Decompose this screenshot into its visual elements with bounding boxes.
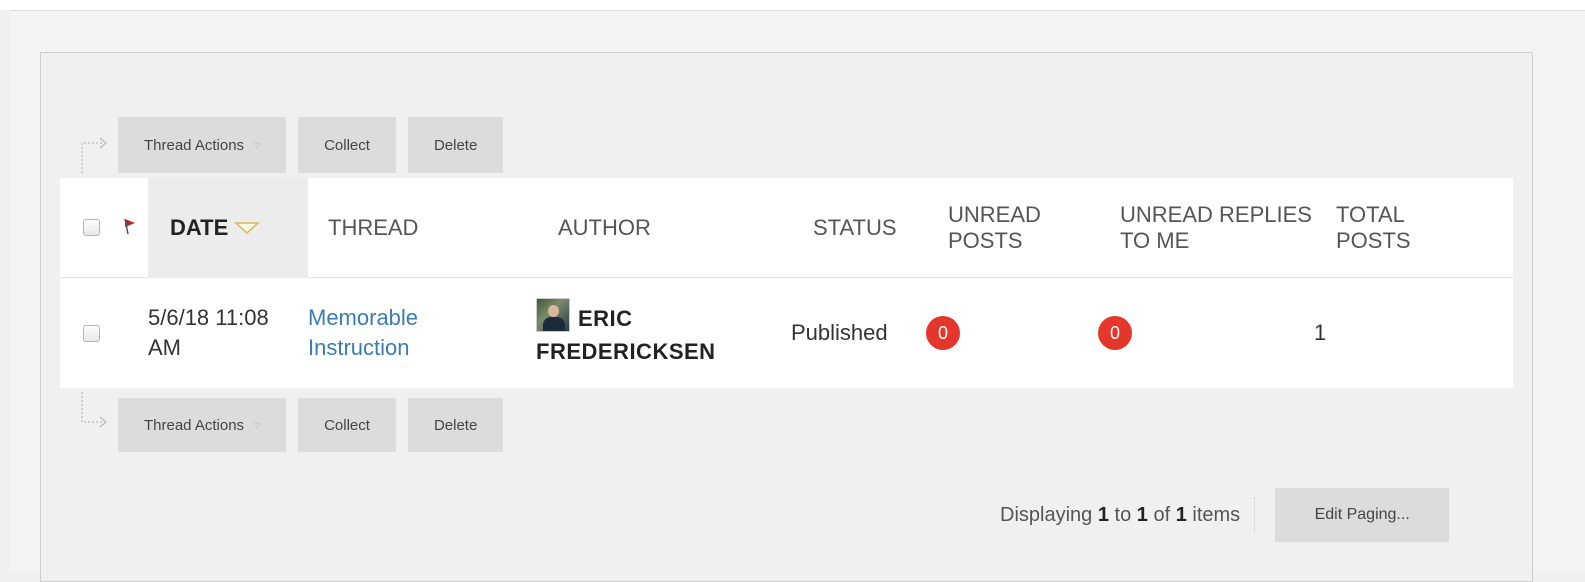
thread-actions-button-bottom[interactable]: Thread Actions ▿ [118,398,287,452]
thread-actions-label: Thread Actions [144,136,245,154]
avatar [536,298,570,332]
author-column-header[interactable]: AUTHOR [558,215,813,241]
paging-to-word: to [1114,503,1132,526]
table-row: 5/6/18 11:08 AM Memorable Instruction ER… [60,278,1513,388]
collect-button[interactable]: Collect [298,117,396,173]
paging-footer: Displaying 1 to 1 of 1 items Edit Paging… [1000,488,1450,542]
select-arrow-top-icon [81,137,107,173]
unread-posts-badge[interactable]: 0 [926,316,960,350]
table-header-row: DATE THREAD AUTHOR STATUS UNREAD POSTS U… [60,177,1513,278]
row-thread-cell: Memorable Instruction [286,303,536,362]
row-checkbox[interactable] [82,324,100,342]
select-arrow-bottom-icon [81,392,107,428]
row-date: 5/6/18 11:08 AM [148,305,269,360]
delete-button-bottom[interactable]: Delete [407,398,504,452]
row-unread-cell: 0 [926,316,1098,350]
select-all-cell [60,219,122,236]
chevron-down-icon: ▿ [254,138,261,152]
edit-paging-button[interactable]: Edit Paging... [1275,488,1450,542]
collect-button-bottom[interactable]: Collect [298,398,396,452]
unread-posts-column-header[interactable]: UNREAD POSTS [948,202,1120,254]
row-author-cell: ERIC FREDERICKSEN [536,298,791,368]
paging-prefix: Displaying [1000,503,1093,526]
author-name-wrap: ERIC FREDERICKSEN [536,298,736,368]
date-header-label: DATE [170,214,229,240]
threads-table: DATE THREAD AUTHOR STATUS UNREAD POSTS U… [60,177,1513,388]
date-column-header[interactable]: DATE [148,177,308,278]
flag-icon [124,218,135,234]
delete-button[interactable]: Delete [407,117,504,173]
sort-descending-icon [234,221,261,234]
status-column-header[interactable]: STATUS [813,215,948,241]
unread-replies-column-header[interactable]: UNREAD REPLIES TO ME [1120,202,1336,254]
select-all-checkbox[interactable] [82,219,100,236]
paging-suffix: items [1192,503,1241,526]
action-bar-bottom: Thread Actions ▿ Collect Delete [118,398,504,452]
chevron-down-icon: ▿ [254,418,261,432]
thread-actions-label-bottom: Thread Actions [144,416,245,434]
action-bar-top: Thread Actions ▿ Collect Delete [118,117,504,173]
thread-column-header[interactable]: THREAD [308,215,558,241]
total-posts-column-header[interactable]: TOTAL POSTS [1336,202,1446,254]
unread-replies-badge[interactable]: 0 [1098,316,1132,350]
row-replies-cell: 0 [1098,316,1314,350]
row-total-posts: 1 [1314,320,1327,345]
flag-header[interactable] [122,215,148,241]
paging-from: 1 [1097,503,1109,526]
paging-status: Displaying 1 to 1 of 1 items [1000,497,1256,533]
row-select-cell [60,324,122,342]
top-strip [0,0,1585,10]
thread-link[interactable]: Memorable Instruction [308,303,458,362]
paging-of-word: of [1153,503,1171,526]
paging-total: 1 [1175,503,1187,526]
paging-to: 1 [1136,503,1148,526]
thread-actions-button[interactable]: Thread Actions ▿ [118,117,287,173]
row-status: Published [791,320,888,345]
